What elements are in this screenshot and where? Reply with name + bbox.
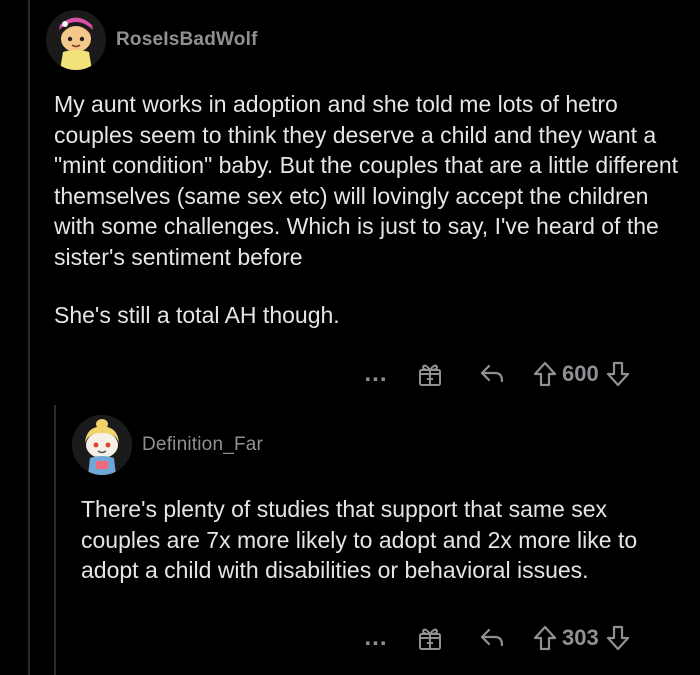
avatar[interactable] bbox=[46, 10, 106, 70]
more-icon[interactable]: ... bbox=[364, 624, 388, 652]
downvote-icon[interactable] bbox=[605, 360, 631, 388]
snoo-avatar-icon bbox=[72, 415, 132, 475]
username[interactable]: Definition_Far bbox=[142, 434, 263, 456]
comment-actions: ... 303 bbox=[364, 624, 631, 652]
thread-line[interactable] bbox=[28, 0, 30, 675]
comment-body: My aunt works in adoption and she told m… bbox=[54, 89, 684, 331]
gift-icon[interactable] bbox=[416, 624, 444, 652]
reply-icon[interactable] bbox=[478, 624, 506, 652]
username[interactable]: RoseIsBadWolf bbox=[116, 29, 258, 51]
reply-icon[interactable] bbox=[478, 360, 506, 388]
reply-comment: Definition_Far There's plenty of studies… bbox=[72, 410, 692, 586]
comment-actions: ... 600 bbox=[364, 360, 631, 388]
comment-body: There's plenty of studies that support t… bbox=[81, 494, 671, 586]
comment-paragraph: There's plenty of studies that support t… bbox=[81, 496, 638, 583]
comment-paragraph: She's still a total AH though. bbox=[54, 302, 340, 328]
comment-header: Definition_Far bbox=[72, 410, 692, 480]
upvote-icon[interactable] bbox=[532, 360, 558, 388]
comment-paragraph: My aunt works in adoption and she told m… bbox=[54, 91, 679, 270]
vote-score: 303 bbox=[562, 625, 599, 650]
reply-thread-line[interactable] bbox=[54, 405, 56, 675]
gift-icon[interactable] bbox=[416, 360, 444, 388]
comment: RoseIsBadWolf My aunt works in adoption … bbox=[46, 0, 696, 331]
more-icon[interactable]: ... bbox=[364, 360, 388, 388]
downvote-icon[interactable] bbox=[605, 624, 631, 652]
vote-score: 600 bbox=[562, 361, 599, 386]
avatar[interactable] bbox=[72, 415, 132, 475]
snoo-avatar-icon bbox=[46, 10, 106, 70]
upvote-icon[interactable] bbox=[532, 624, 558, 652]
comment-header: RoseIsBadWolf bbox=[46, 0, 696, 80]
